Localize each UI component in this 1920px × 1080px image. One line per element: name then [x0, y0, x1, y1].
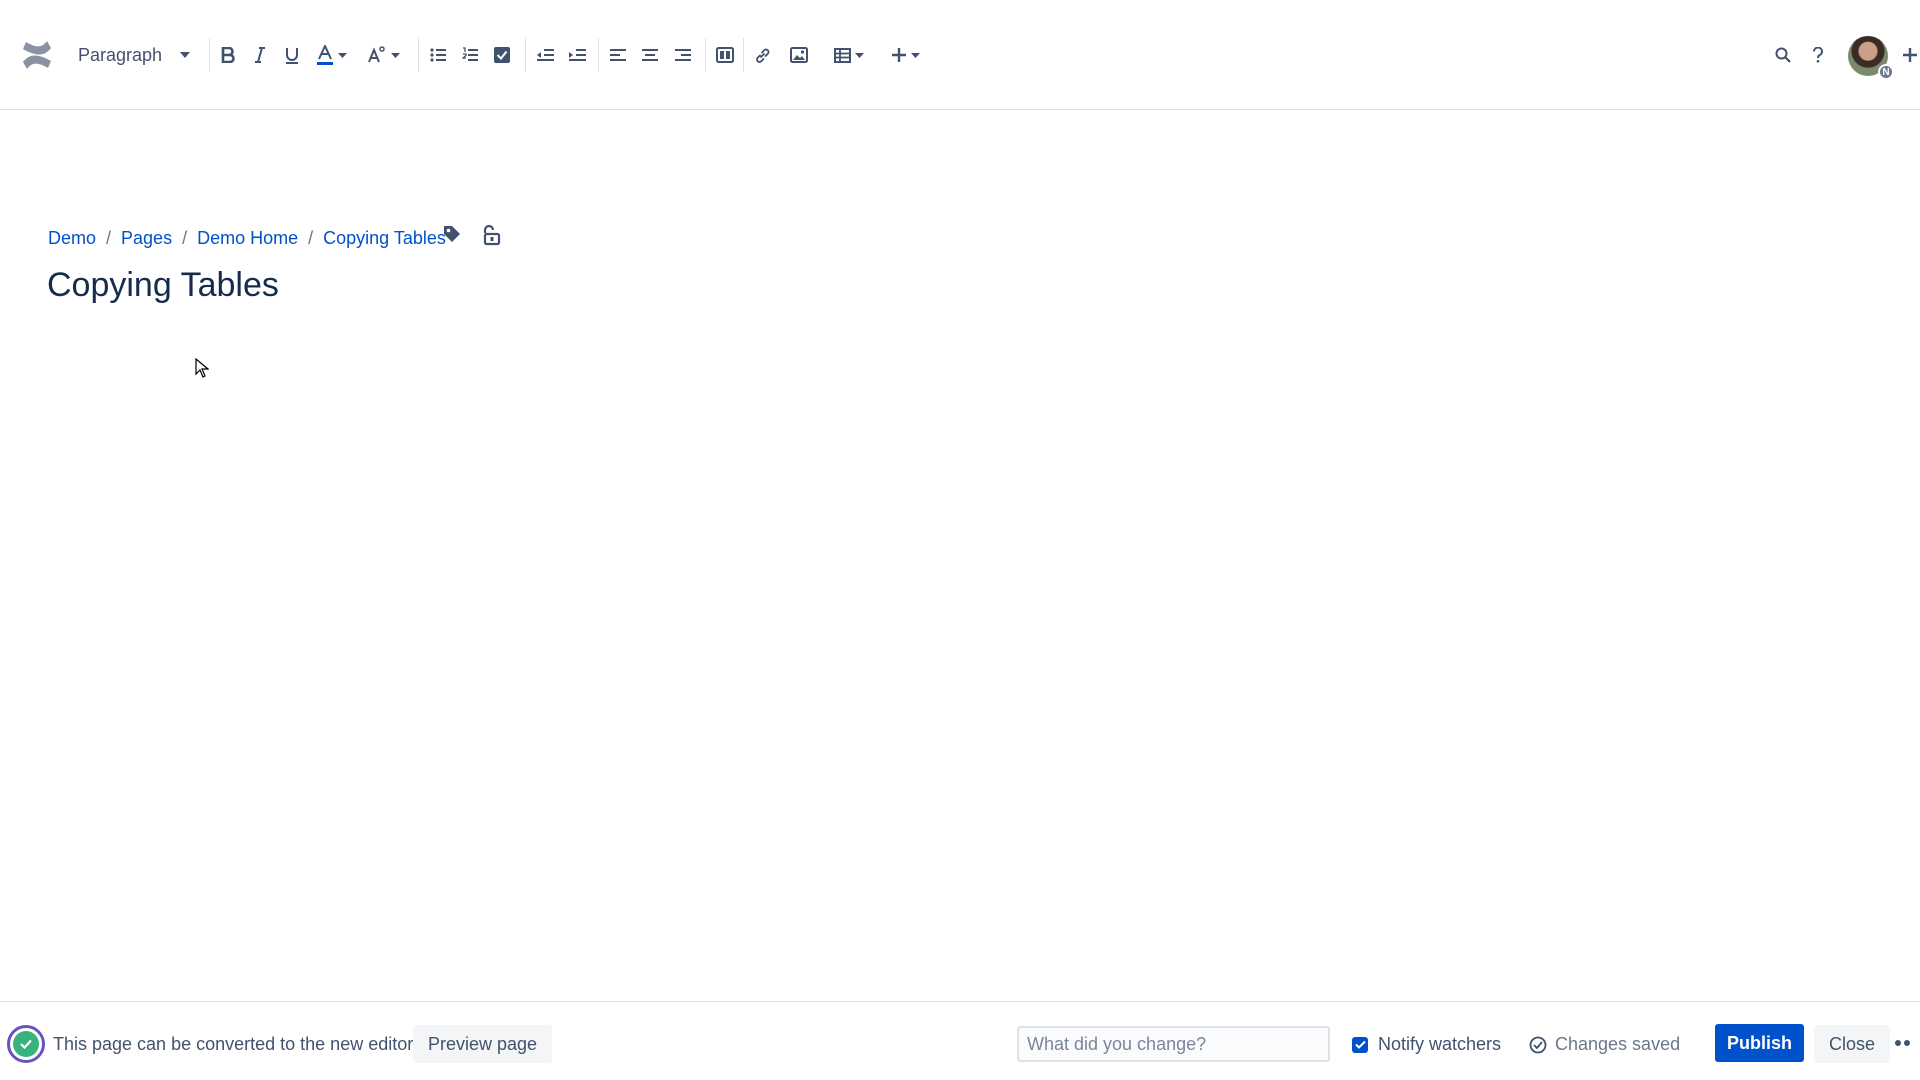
breadcrumb: Demo / Pages / Demo Home / Copying Table…: [48, 228, 446, 249]
notify-watchers-checkbox[interactable]: Notify watchers: [1352, 1034, 1501, 1055]
avatar-badge: N: [1878, 64, 1894, 80]
save-status: Changes saved: [1529, 1034, 1680, 1055]
convert-editor-button[interactable]: [7, 1025, 45, 1063]
toolbar-divider: [525, 38, 526, 72]
labels-button[interactable]: [442, 224, 462, 249]
toolbar-divider: [705, 38, 706, 72]
page-layout-button[interactable]: [712, 40, 738, 70]
link-icon: [755, 48, 769, 63]
create-button[interactable]: [1902, 40, 1918, 70]
preview-page-button[interactable]: Preview page: [413, 1025, 553, 1063]
breadcrumb-link-copying-tables[interactable]: Copying Tables: [323, 228, 446, 249]
check-circle-icon: [13, 1031, 39, 1057]
breadcrumb-link-demo-home[interactable]: Demo Home: [197, 228, 298, 249]
chevron-down-icon: [338, 52, 347, 58]
bullet-list-icon: [430, 48, 446, 62]
page-title[interactable]: Copying Tables: [47, 266, 279, 305]
text-color-button[interactable]: [312, 40, 352, 70]
check-circle-outline-icon: [1529, 1036, 1547, 1053]
close-button[interactable]: Close: [1814, 1025, 1891, 1063]
numbered-list-icon: [462, 47, 478, 61]
breadcrumb-separator: /: [182, 228, 188, 248]
outdent-icon: [537, 49, 554, 61]
underline-icon: [286, 47, 298, 64]
toolbar-divider: [209, 38, 210, 72]
align-center-button[interactable]: [638, 40, 662, 70]
link-button[interactable]: [750, 40, 774, 70]
restrictions-button[interactable]: [481, 224, 501, 251]
align-left-icon: [610, 49, 626, 61]
toolbar-divider: [598, 38, 599, 72]
tag-icon: [444, 226, 460, 242]
help-icon: [1813, 47, 1823, 63]
numbered-list-button[interactable]: [458, 40, 482, 70]
chevron-down-icon: [910, 52, 920, 58]
paragraph-style-select[interactable]: Paragraph: [78, 40, 190, 70]
notify-watchers-label: Notify watchers: [1378, 1034, 1502, 1054]
chevron-down-icon: [180, 52, 190, 58]
editor-toolbar: Paragraph N: [0, 0, 1920, 110]
text-style-icon: [368, 46, 385, 63]
more-options-button[interactable]: [1895, 1040, 1910, 1046]
breadcrumb-separator: /: [308, 228, 314, 248]
align-right-button[interactable]: [671, 40, 695, 70]
align-center-icon: [642, 49, 658, 61]
align-right-icon: [675, 49, 691, 61]
save-status-text: Changes saved: [1555, 1034, 1681, 1054]
italic-icon: [255, 47, 265, 63]
toolbar-divider: [743, 38, 744, 72]
page-layout-icon: [716, 47, 734, 63]
more-dot-icon: [1895, 1040, 1901, 1046]
mouse-pointer-icon: [195, 357, 210, 383]
checkbox-checked-icon: [494, 47, 510, 63]
change-comment-input[interactable]: [1017, 1026, 1330, 1062]
text-color-icon: [317, 45, 333, 65]
paragraph-style-label: Paragraph: [78, 44, 163, 65]
bold-icon: [221, 47, 235, 63]
indent-button[interactable]: [565, 40, 589, 70]
chevron-down-icon: [855, 52, 864, 58]
breadcrumb-link-demo[interactable]: Demo: [48, 228, 96, 249]
italic-button[interactable]: [248, 40, 272, 70]
bold-button[interactable]: [216, 40, 240, 70]
insert-more-button[interactable]: [886, 40, 924, 70]
table-button[interactable]: [830, 40, 868, 70]
publish-button[interactable]: Publish: [1715, 1024, 1804, 1062]
outdent-button[interactable]: [533, 40, 557, 70]
help-button[interactable]: [1812, 40, 1824, 70]
plus-icon: [891, 48, 906, 62]
search-button[interactable]: [1775, 40, 1791, 70]
chevron-down-icon: [391, 52, 400, 58]
align-left-button[interactable]: [606, 40, 630, 70]
table-icon: [834, 47, 851, 63]
breadcrumb-separator: /: [106, 228, 112, 248]
convert-editor-message: This page can be converted to the new ed…: [53, 1034, 414, 1054]
text-style-button[interactable]: [364, 40, 404, 70]
breadcrumb-link-pages[interactable]: Pages: [121, 228, 172, 249]
underline-button[interactable]: [280, 40, 304, 70]
avatar[interactable]: N: [1848, 36, 1894, 80]
more-dot-icon: [1904, 1040, 1910, 1046]
indent-icon: [569, 49, 586, 61]
search-icon: [1775, 47, 1791, 63]
unlock-icon: [483, 224, 501, 246]
task-list-button[interactable]: [490, 40, 514, 70]
checkbox-checked-icon: [1352, 1036, 1368, 1053]
image-icon: [790, 47, 808, 63]
bullet-list-button[interactable]: [426, 40, 450, 70]
toolbar-divider: [418, 38, 419, 72]
image-button[interactable]: [787, 40, 811, 70]
plus-icon: [1903, 48, 1917, 62]
confluence-logo-icon[interactable]: [20, 38, 54, 72]
